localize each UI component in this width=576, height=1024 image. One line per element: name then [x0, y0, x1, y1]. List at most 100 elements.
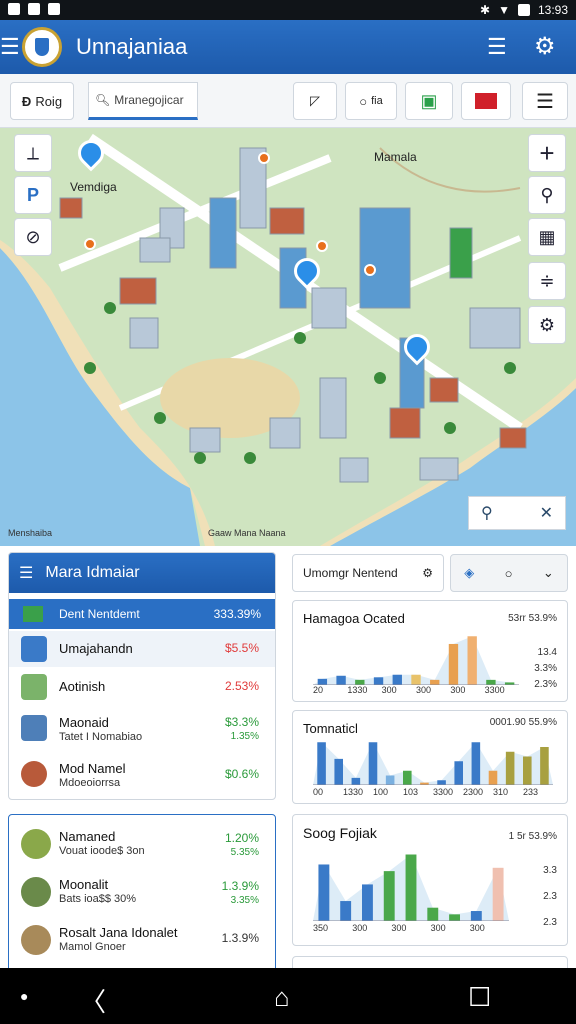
- system-nav-bar: ● 〈 ⌂ ☐: [0, 968, 576, 1024]
- search-icon: 🔍︎: [95, 93, 111, 107]
- chart-bar: [449, 914, 460, 921]
- map-view-icon[interactable]: ◈: [464, 565, 474, 581]
- tick-label: 300: [469, 923, 485, 933]
- recents-icon[interactable]: ☐: [468, 982, 491, 1013]
- chart-bar: [403, 770, 412, 785]
- poi-marker[interactable]: [316, 240, 328, 252]
- gear-icon: ⚙: [422, 566, 433, 580]
- location-icon: ⚲: [481, 505, 493, 522]
- poi-marker[interactable]: [258, 152, 270, 164]
- map-view[interactable]: ⟂ P ⊘ + ⚲ ▦ ≑ ⚙ Mamala Vemdiga Menshaiba…: [0, 128, 576, 546]
- location-icon: ⚲: [540, 184, 554, 205]
- notification-icon: [8, 3, 20, 15]
- avatar: [21, 829, 51, 859]
- app-title: Unnajaniaa: [76, 34, 188, 59]
- map-attribution: Gaaw Mana Naana: [208, 528, 286, 538]
- draw-icon: ◸: [310, 93, 320, 108]
- signal-icon: ▼: [498, 3, 510, 17]
- draw-button[interactable]: ◸: [293, 82, 337, 120]
- gear-icon[interactable]: ⚙: [534, 32, 556, 61]
- person-sub: Bats ioa$$ 30%: [59, 893, 137, 905]
- menu-icon[interactable]: ☰: [19, 563, 33, 583]
- measure-button[interactable]: ⊘: [14, 218, 52, 256]
- list-item[interactable]: Maonaid Tatet I Nomabiao $3.3% 1.35%: [9, 709, 275, 749]
- tick-label: 310: [493, 787, 509, 797]
- list-item[interactable]: Moonalit Bats ioa$$ 30% 1.3.9% 3.35%: [9, 873, 275, 913]
- poi-marker[interactable]: [364, 264, 376, 276]
- chart-bar: [467, 636, 477, 685]
- bar-chart: [313, 742, 553, 785]
- parking-icon: P: [26, 184, 39, 205]
- chart-card: Soog Fojiak 1 5r 53.9% 3.3 2.3 2.3 350 30…: [292, 814, 568, 946]
- chart-card: Hamagoa Ocated 53rr 53.9% 13.4 3.3% 2.3%…: [292, 600, 568, 702]
- side-value: 3.3%: [534, 663, 557, 674]
- search-value: Mranegojicar: [114, 93, 184, 107]
- parking-button[interactable]: P: [14, 176, 52, 214]
- list-item[interactable]: Rosalt Jana Idonalet Mamol Gnoer 1.3.9%: [9, 921, 275, 961]
- list-header-value: 333.39%: [213, 607, 261, 621]
- list-item[interactable]: Mod Namel Mdoeoiorrsa $0.6%: [9, 755, 275, 795]
- person-sub: Vouat ioode$ 3on: [59, 845, 145, 857]
- chevron-down-icon[interactable]: ⌄: [543, 565, 554, 581]
- locate-button[interactable]: ⚲: [528, 176, 566, 214]
- category-select[interactable]: Umomgr Nentend ⚙: [292, 554, 444, 592]
- chart-bar: [488, 770, 498, 785]
- item-sub: Mdoeoiorrsa: [59, 777, 121, 789]
- bar-chart: [313, 636, 519, 685]
- chart-bar: [405, 854, 417, 921]
- compass-button[interactable]: ⟂: [14, 134, 52, 172]
- avatar: [21, 877, 51, 907]
- person-sub-value: 5.35%: [230, 847, 259, 858]
- tick-label: 300: [381, 685, 397, 695]
- android-button[interactable]: ▣: [405, 82, 453, 120]
- battery-icon: [517, 4, 530, 16]
- search-input[interactable]: 🔍︎ Mranegojicar: [88, 82, 198, 120]
- circle-icon[interactable]: ○: [505, 566, 513, 581]
- poi-marker[interactable]: [84, 238, 96, 250]
- more-menu-button[interactable]: ☰: [522, 82, 568, 120]
- chart-bar: [470, 911, 482, 921]
- chart-card: Tomnaticl 0001.90 55.9% 00 1330 100 103 3300…: [292, 710, 568, 804]
- close-icon[interactable]: ✕: [540, 503, 553, 523]
- list-header-row[interactable]: Dent Nentdemt 333.39%: [9, 599, 275, 629]
- gear-icon: ⚙: [538, 314, 556, 335]
- chart-bar: [411, 674, 421, 685]
- hamburger-icon: ☰: [536, 90, 554, 113]
- list-item[interactable]: Umajahandn $5.5%: [9, 631, 275, 667]
- tick-label: 300: [450, 685, 466, 695]
- tick-label: 103: [403, 787, 419, 797]
- chart-bar: [492, 867, 504, 921]
- tick-label: 350: [313, 923, 329, 933]
- building-icon: [21, 674, 47, 700]
- layers-button[interactable]: ○ fia: [345, 82, 397, 120]
- item-value: $3.3%: [224, 715, 259, 729]
- filter-button[interactable]: ≑: [528, 262, 566, 300]
- list-view-icon[interactable]: ☰: [487, 34, 507, 60]
- location-icon: [21, 636, 47, 662]
- chart-card-value: 0001.90 55.9%: [489, 717, 557, 728]
- app-bar: ☰ Unnajaniaa ☰ ⚙: [0, 20, 576, 74]
- settings-map-button[interactable]: ⚙: [528, 306, 566, 344]
- route-button[interactable]: Ð Roig: [10, 82, 74, 120]
- category-select-value: Umomgr Nentend: [303, 566, 398, 580]
- chart-bar: [471, 742, 481, 785]
- tick-label: 1330: [347, 685, 368, 695]
- chart-card-title: Hamagoa Ocated: [303, 611, 405, 626]
- chart-bar: [317, 742, 326, 785]
- person-name: Namaned: [59, 829, 116, 844]
- tick-label: 300: [391, 923, 407, 933]
- list-item[interactable]: Aotinish 2.53%: [9, 669, 275, 705]
- back-icon[interactable]: 〈: [80, 982, 106, 1019]
- flag-button[interactable]: [461, 82, 511, 120]
- avatar: [21, 761, 47, 787]
- menu-icon[interactable]: ☰: [0, 34, 20, 60]
- chart-bar: [392, 674, 402, 685]
- zoom-in-button[interactable]: +: [528, 134, 566, 172]
- notification-icon: [28, 3, 40, 15]
- home-icon[interactable]: ⌂: [274, 982, 290, 1013]
- layers-map-button[interactable]: ▦: [528, 218, 566, 256]
- map-popup[interactable]: ⚲ ✕: [468, 496, 566, 530]
- list-item[interactable]: Namaned Vouat ioode$ 3on 1.20% 5.35%: [9, 825, 275, 865]
- person-name: Rosalt Jana Idonalet: [59, 925, 178, 940]
- view-toggle-group: ◈ ○ ⌄: [450, 554, 568, 592]
